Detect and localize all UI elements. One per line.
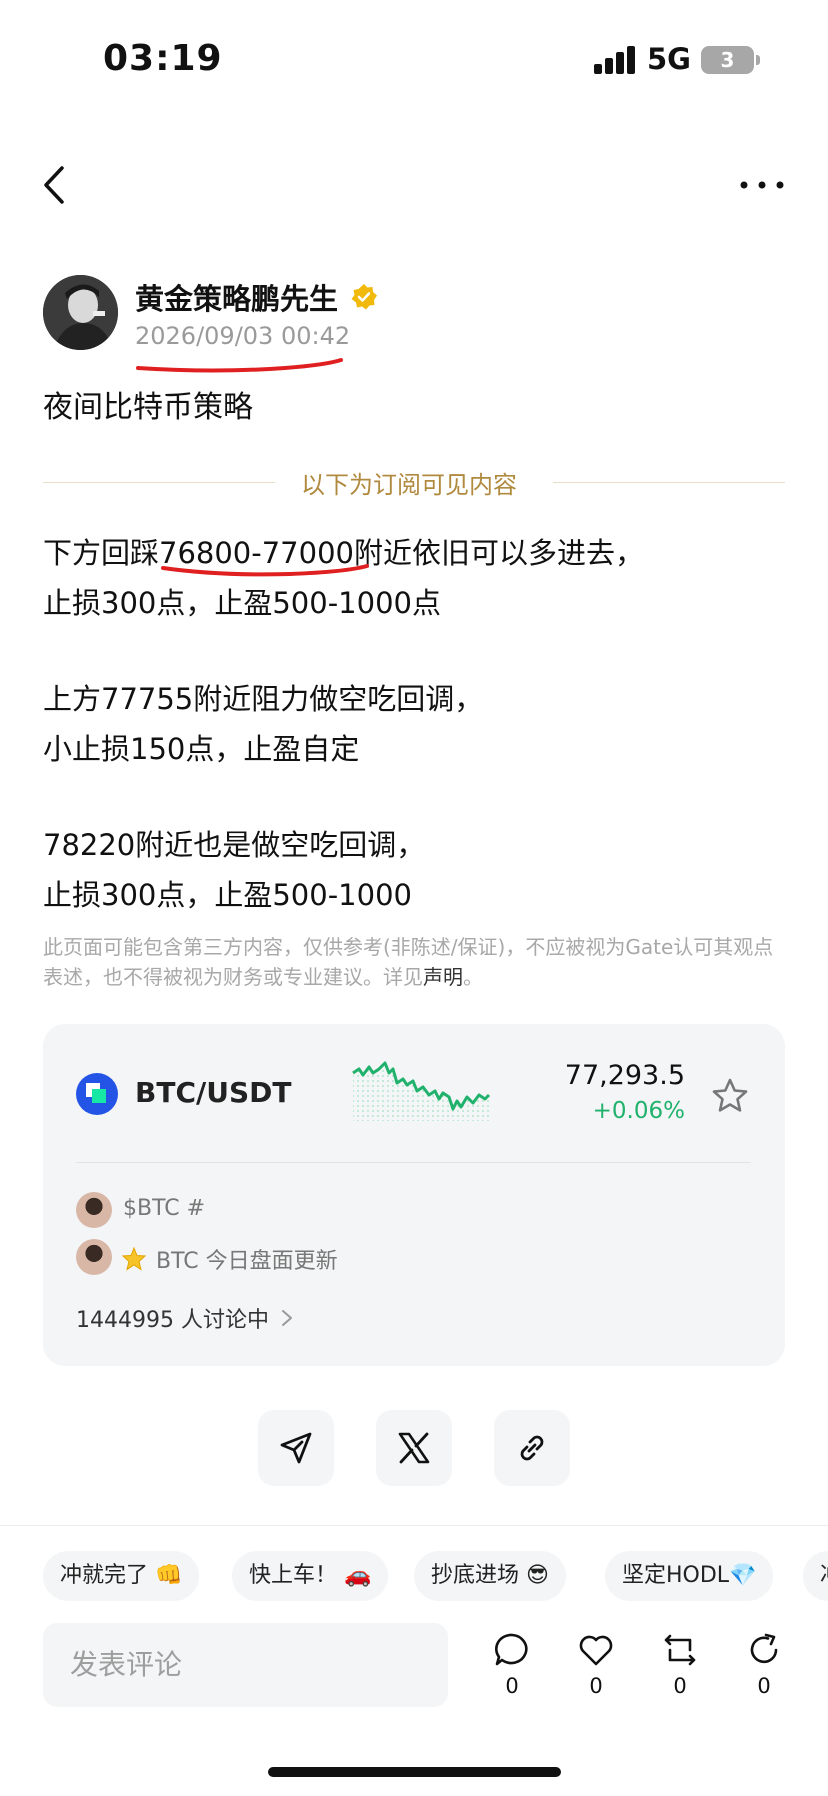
x-icon (398, 1432, 430, 1464)
market-price: 77,293.5 (564, 1060, 685, 1091)
post-line-6: 止损300点，止盈500-1000 (43, 878, 412, 912)
share-action[interactable]: 0 (738, 1632, 790, 1698)
link-icon (520, 1435, 544, 1461)
network-type: 5G (647, 42, 691, 76)
card-divider (76, 1162, 751, 1163)
star-emoji-icon (122, 1247, 146, 1271)
repost-count: 0 (673, 1674, 687, 1698)
subscriber-label: 以下为订阅可见内容 (301, 471, 517, 499)
market-change: +0.06% (592, 1098, 685, 1124)
comment-action[interactable]: 0 (486, 1632, 538, 1698)
disclaimer-text: 此页面可能包含第三方内容，仅供参考(非陈述/保证)，不应被视为Gate认可其观点… (43, 935, 774, 989)
like-action[interactable]: 0 (570, 1632, 622, 1698)
like-count: 0 (589, 1674, 603, 1698)
chevron-left-icon (44, 166, 64, 204)
quick-reply-chip[interactable]: 冲 (803, 1551, 828, 1601)
quick-reply-chip[interactable]: 冲就完了 👊 (43, 1551, 200, 1601)
red-underline-annotation (161, 564, 369, 577)
repost-icon (664, 1634, 696, 1666)
post-title: 夜间比特币策略 (43, 390, 253, 425)
discussion-count[interactable]: 1444995 人讨论中 (76, 1302, 269, 1334)
red-underline-annotation (136, 358, 343, 373)
status-time: 03:19 (103, 38, 223, 79)
market-card[interactable]: BTC/USDT 77,293.5 +0.06% $BTC # BTC 今日盘面… (43, 1024, 785, 1366)
ellipsis-icon (740, 181, 784, 189)
share-icon (750, 1633, 778, 1664)
disclaimer: 此页面可能包含第三方内容，仅供参考(非陈述/保证)，不应被视为Gate认可其观点… (43, 932, 793, 992)
share-x-button[interactable] (376, 1410, 452, 1486)
share-count: 0 (757, 1674, 771, 1698)
market-pair[interactable]: BTC/USDT (135, 1076, 291, 1109)
send-icon (280, 1432, 312, 1464)
signal-icon (594, 46, 636, 74)
share-link-button[interactable] (494, 1410, 570, 1486)
disclaimer-link[interactable]: 声明 (423, 965, 463, 989)
quick-reply-chip[interactable]: 坚定HODL💎 (605, 1551, 774, 1601)
back-button[interactable] (36, 160, 76, 210)
subscriber-divider: 以下为订阅可见内容 (43, 465, 785, 499)
home-indicator[interactable] (268, 1767, 561, 1777)
post-date: 2026/09/03 00:42 (135, 322, 351, 350)
author-avatar[interactable] (43, 275, 118, 350)
comment-icon (495, 1633, 528, 1666)
comment-input[interactable]: 发表评论 (43, 1623, 448, 1707)
avatar-image (43, 275, 118, 350)
topic-avatar (76, 1192, 112, 1228)
price-sparkline (352, 1061, 491, 1121)
disclaimer-end: 。 (463, 965, 483, 989)
topic-avatar (76, 1239, 112, 1275)
share-send-button[interactable] (258, 1410, 334, 1486)
heart-icon (579, 1635, 613, 1666)
post-line-4: 小止损150点，止盈自定 (43, 732, 360, 766)
quick-reply-chip[interactable]: 抄底进场 😎 (414, 1551, 566, 1601)
post-line-3: 上方77755附近阻力做空吃回调， (43, 682, 484, 716)
battery-tip (756, 55, 760, 65)
post-line-2: 止损300点，止盈500-1000点 (43, 586, 441, 620)
bottom-separator (0, 1525, 828, 1526)
topic-item[interactable]: BTC 今日盘面更新 (156, 1243, 338, 1275)
comment-count: 0 (505, 1674, 519, 1698)
topic-item[interactable]: $BTC # (123, 1196, 205, 1221)
more-button[interactable] (738, 170, 786, 200)
repost-action[interactable]: 0 (654, 1632, 706, 1698)
favorite-button[interactable] (711, 1077, 749, 1115)
battery-icon: 3 (701, 46, 754, 74)
author-name[interactable]: 黄金策略鹏先生 (135, 276, 338, 318)
gate-logo-icon (76, 1073, 118, 1115)
post-line-5: 78220附近也是做空吃回调， (43, 828, 426, 862)
star-icon (712, 1078, 748, 1112)
quick-reply-chip[interactable]: 快上车！ 🚗 (232, 1551, 389, 1601)
chevron-right-icon (282, 1310, 292, 1326)
verified-badge-icon (351, 284, 377, 310)
